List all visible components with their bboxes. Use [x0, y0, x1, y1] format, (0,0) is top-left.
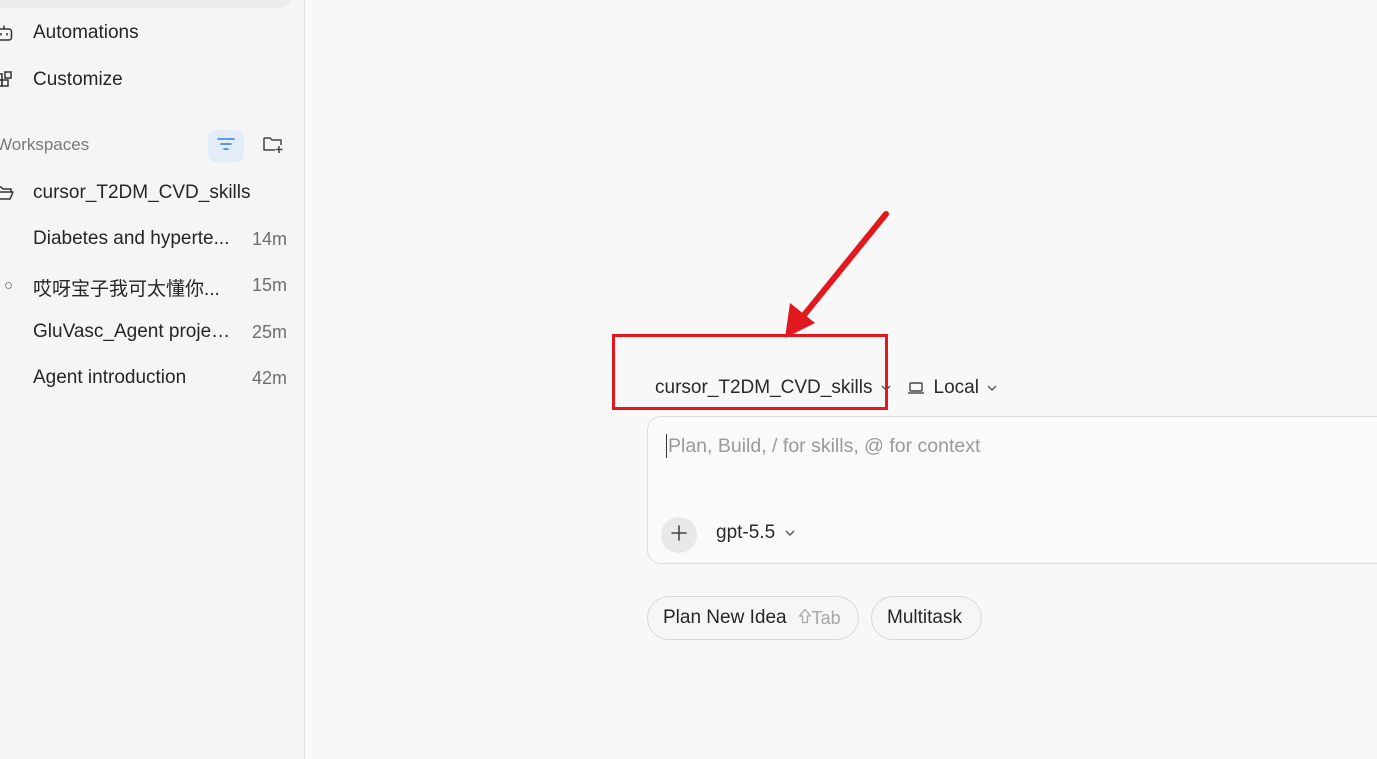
add-attachment-button[interactable]	[661, 517, 697, 553]
shortcut-hint-label: Tab	[811, 607, 841, 628]
shift-icon	[798, 608, 812, 629]
thread-item[interactable]: Agent introduction 42m	[0, 364, 300, 394]
chevron-down-icon	[986, 382, 998, 394]
thread-time: 42m	[251, 368, 287, 388]
robot-icon	[0, 21, 16, 45]
filter-icon	[216, 135, 236, 158]
thread-title: GluVasc_Agent project...	[33, 321, 238, 342]
laptop-icon	[907, 380, 925, 396]
location-selector-label: Local	[933, 377, 979, 398]
thread-title: Diabetes and hyperte...	[33, 228, 230, 249]
blocks-icon	[0, 68, 16, 92]
thread-time: 14m	[251, 229, 287, 249]
model-selector-label: gpt-5.5	[716, 522, 776, 543]
plus-icon	[670, 524, 688, 547]
thread-item[interactable]: 哎呀宝子我可太懂你... 15m	[0, 271, 300, 301]
folder-open-icon	[0, 181, 16, 205]
multitask-label: Multitask	[887, 607, 962, 628]
workspace-folder-label: cursor_T2DM_CVD_skills	[33, 182, 251, 203]
plan-new-idea-label: Plan New Idea	[663, 607, 787, 628]
shortcut-hint: Tab	[798, 608, 841, 629]
selected-nav-item[interactable]	[0, 0, 292, 8]
multitask-button[interactable]: Multitask	[871, 596, 982, 640]
plan-new-idea-button[interactable]: Plan New Idea Tab	[647, 596, 859, 640]
new-folder-button[interactable]	[258, 131, 288, 161]
annotation-highlight-box	[612, 334, 888, 410]
sidebar: Automations Customize Workspaces cursor_…	[0, 0, 305, 759]
thread-title: 哎呀宝子我可太懂你...	[33, 279, 220, 300]
new-folder-icon	[261, 133, 285, 160]
workspaces-header: Workspaces	[0, 130, 305, 162]
thread-item[interactable]: Diabetes and hyperte... 14m	[0, 225, 300, 255]
thread-time: 25m	[251, 322, 287, 342]
status-dot-icon	[5, 282, 12, 289]
nav-automations-label: Automations	[33, 22, 139, 43]
model-selector[interactable]: gpt-5.5	[716, 522, 796, 544]
thread-title: Agent introduction	[33, 367, 187, 388]
thread-item[interactable]: GluVasc_Agent project... 25m	[0, 318, 300, 348]
filter-button[interactable]	[208, 130, 244, 162]
chevron-down-icon	[784, 527, 796, 539]
prompt-input[interactable]: Plan, Build, / for skills, @ for context	[666, 434, 980, 458]
thread-time: 15m	[251, 275, 287, 295]
composer[interactable]: Plan, Build, / for skills, @ for context…	[647, 416, 1377, 564]
nav-customize-label: Customize	[33, 69, 123, 90]
workspaces-title: Workspaces	[0, 135, 90, 154]
location-selector[interactable]: Local	[907, 377, 998, 399]
